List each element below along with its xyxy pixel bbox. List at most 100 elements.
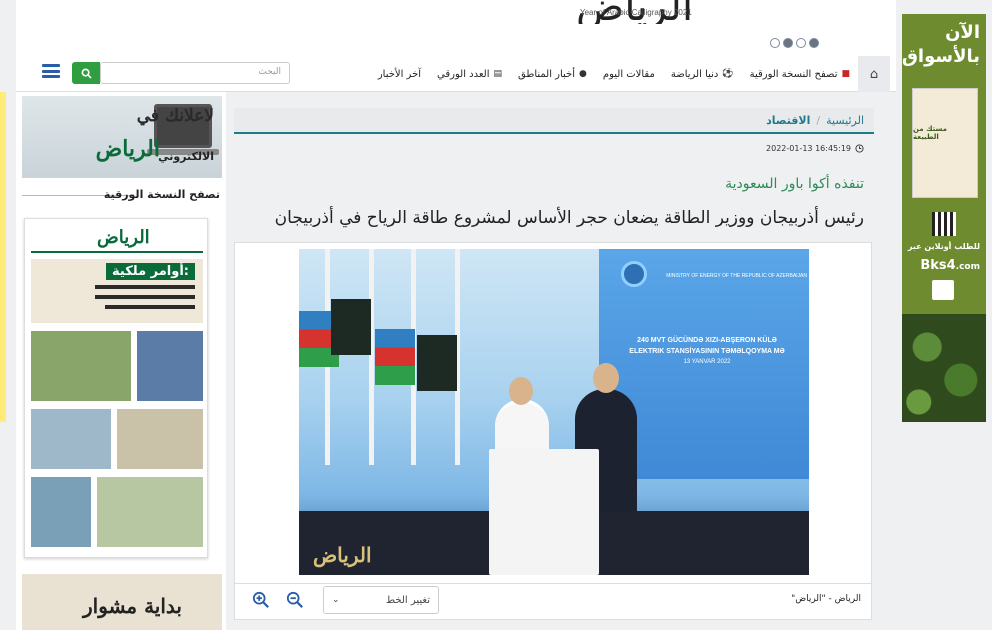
article-kicker: تنفذه أكوا باور السعودية <box>725 176 864 192</box>
font-change-select[interactable]: ⌄ تغيير الخط <box>323 586 439 614</box>
photo-footer: الرياض - "الرياض" ⌄ تغيير الخط <box>234 584 872 620</box>
paper-text-line <box>95 285 195 289</box>
nav-item-sports[interactable]: ⚽ دنيا الرياضة <box>671 69 734 80</box>
calligraphy-year-label: Year of Arabic Calligraphy 2021 <box>580 8 692 17</box>
paper-text-line <box>105 305 195 309</box>
slider-dot[interactable] <box>809 38 819 48</box>
pdf-icon: ■ <box>841 69 850 79</box>
dark-flag <box>331 299 371 355</box>
breadcrumb-separator: / <box>816 113 821 127</box>
book-title: مستك من الطبيعة <box>913 125 947 141</box>
paper-lead-story: أوامر ملكية: <box>31 259 203 323</box>
paper-headline: أوامر ملكية: <box>106 263 195 280</box>
nav-item-label: دنيا الرياضة <box>670 68 719 80</box>
paper-masthead: الرياض <box>31 225 203 253</box>
nav-item-label: العدد الورقي <box>437 68 490 80</box>
ad-line: الآن <box>945 22 980 43</box>
slider-dot[interactable] <box>770 38 780 48</box>
left-sidebar: لاعلانك في الرياض الالكتروني تصفح النسخة… <box>16 92 226 630</box>
breadcrumb-home-link[interactable]: الرئيسية <box>826 114 864 127</box>
screen-line: ELEKTRIK STANSİYASININ TƏMƏLQOYMA MƏ <box>629 348 785 355</box>
ceremony-podium <box>489 449 599 575</box>
font-select-label: تغيير الخط <box>385 594 430 606</box>
person-head <box>509 377 533 405</box>
photo-caption: الرياض - "الرياض" <box>791 594 861 604</box>
book-cover: مستك من الطبيعة <box>912 88 978 198</box>
ad-line: الالكتروني <box>158 150 214 163</box>
paper-text-line <box>95 295 195 299</box>
dark-flag <box>417 335 457 391</box>
article-headline: رئيس أذربيجان ووزير الطاقة يضعان حجر الأ… <box>274 208 864 228</box>
ad-line: بالأسواق <box>902 46 980 67</box>
datetime-text: 2022-01-13 16:45:19 <box>766 144 851 153</box>
ad-banner-bottom[interactable]: بداية مشوار <box>22 574 222 630</box>
soccer-ball-icon: ⚽ <box>722 69 734 79</box>
breadcrumb: الرئيسية / الاقتصاد <box>234 108 874 134</box>
article-datetime: 2022-01-13 16:45:19 <box>766 144 864 153</box>
newspaper-icon: ▤ <box>493 69 503 79</box>
nav-item-label: مقالات اليوم <box>602 68 655 80</box>
slider-dot[interactable] <box>783 38 793 48</box>
slider-dot[interactable] <box>796 38 806 48</box>
main-nav: ⌂ آخر الأخبار ▤ العدد الورقي ● أخبار الم… <box>16 56 896 92</box>
nav-item-print-issue[interactable]: ▤ العدد الورقي <box>437 69 502 80</box>
azerbaijan-flag <box>375 329 415 385</box>
left-edge-ad-strip <box>0 92 6 422</box>
article-photo-frame: MINISTRY OF ENERGY OF THE REPUBLIC OF AZ… <box>234 242 872 584</box>
nav-item-latest-news[interactable]: آخر الأخبار <box>378 69 421 80</box>
right-ad-banner[interactable]: الآن بالأسواق مستك من الطبيعة للطلب أونل… <box>902 14 986 422</box>
slider-dots <box>770 38 819 48</box>
article-photo[interactable]: MINISTRY OF ENERGY OF THE REPUBLIC OF AZ… <box>299 249 809 575</box>
search-icon <box>81 68 92 79</box>
paper-photo <box>31 331 131 401</box>
nav-item-articles[interactable]: مقالات اليوم <box>603 69 655 80</box>
ad-order-text: للطلب أونلاين عبر <box>907 242 980 251</box>
nav-item-browse-print[interactable]: ■ تصفح النسخة الورقية <box>750 69 850 80</box>
ad-site-name: Bks4 <box>920 258 956 273</box>
home-button[interactable]: ⌂ <box>858 56 890 92</box>
screen-line: 13 YANVAR 2022 <box>683 359 731 365</box>
hamburger-menu-icon[interactable] <box>42 62 60 80</box>
photo-watermark: الرياض <box>313 543 372 567</box>
qr-code-icon <box>932 212 956 236</box>
ad-banner-advertise[interactable]: لاعلانك في الرياض الالكتروني <box>22 96 222 178</box>
ad-line: الرياض <box>95 136 160 162</box>
nav-item-regions[interactable]: ● أخبار المناطق <box>518 69 587 80</box>
paper-photo <box>117 409 203 469</box>
print-edition-thumbnail[interactable]: الرياض أوامر ملكية: <box>24 218 208 558</box>
search-button[interactable] <box>72 62 100 84</box>
screen-ministry: MINISTRY OF ENERGY OF THE REPUBLIC OF AZ… <box>666 273 807 279</box>
chevron-down-icon: ⌄ <box>332 595 340 605</box>
clock-icon <box>855 144 864 153</box>
search-input[interactable]: البحث <box>100 62 290 84</box>
paper-photo <box>31 477 91 547</box>
location-pin-icon: ● <box>579 69 587 79</box>
nav-item-label: أخبار المناطق <box>518 68 576 80</box>
ad-line: بداية مشوار <box>83 594 182 618</box>
paper-photo <box>137 331 203 401</box>
person-head <box>593 363 619 393</box>
ad-site: Bks4.com <box>920 258 980 273</box>
print-edition-title: تصفح النسخة الورقية <box>103 188 220 201</box>
ad-line: لاعلانك في <box>136 106 214 126</box>
nav-item-label: تصفح النسخة الورقية <box>749 68 838 80</box>
breadcrumb-current[interactable]: الاقتصاد <box>766 114 810 127</box>
zoom-out-icon <box>286 591 303 608</box>
screen-text: 240 MVT GÜCÜNDƏ XIZI-ABŞERON KÜLƏ ELEKTR… <box>607 335 807 368</box>
site-header: الرياض Year of Arabic Calligraphy 2021 <box>16 0 896 56</box>
home-icon: ⌂ <box>869 66 879 82</box>
page: الرياض Year of Arabic Calligraphy 2021 ⌂… <box>0 0 992 630</box>
zoom-out-button[interactable] <box>283 588 307 612</box>
paper-photo <box>31 409 111 469</box>
flag-pole <box>369 249 374 465</box>
zoom-in-icon <box>252 591 269 608</box>
paper-logo: الرياض <box>97 227 150 248</box>
leaves-decoration <box>902 314 986 422</box>
zoom-in-button[interactable] <box>249 588 273 612</box>
screen-line: 240 MVT GÜCÜNDƏ XIZI-ABŞERON KÜLƏ <box>637 337 777 344</box>
article-main: الرئيسية / الاقتصاد 2022-01-13 16:45:19 … <box>234 108 874 624</box>
paper-photo <box>97 477 203 547</box>
publisher-logo-icon <box>932 280 954 300</box>
nav-items: آخر الأخبار ▤ العدد الورقي ● أخبار المنا… <box>378 56 850 92</box>
ad-site-tld: .com <box>955 262 980 272</box>
